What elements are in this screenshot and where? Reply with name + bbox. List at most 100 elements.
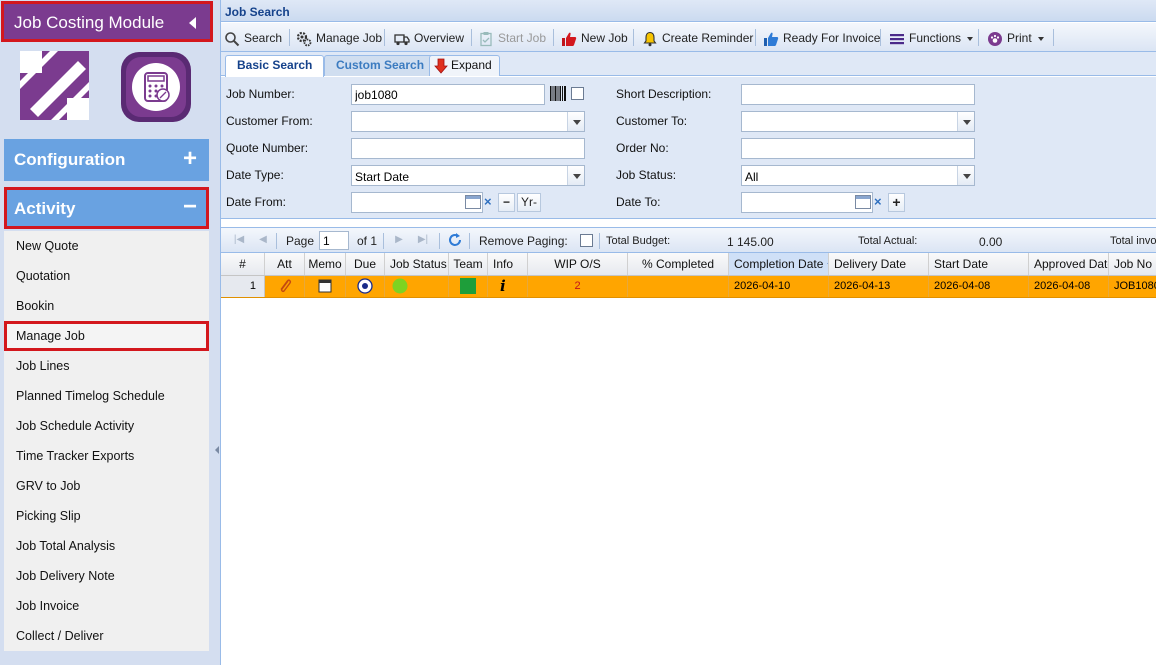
dropdown-trigger-icon[interactable]: [957, 166, 974, 185]
column-header-job-no[interactable]: Job No: [1109, 253, 1156, 275]
team-square-icon: [460, 278, 476, 295]
menu-item-job-total-analysis[interactable]: Job Total Analysis: [4, 531, 209, 561]
toolbar-separator: [755, 29, 756, 46]
table-row[interactable]: 1 i 2 2026-04-10 2026-04-13 2026-04-08 2…: [221, 276, 1156, 298]
column-header-row-number[interactable]: #: [221, 253, 265, 275]
manage-job-button[interactable]: Manage Job: [296, 27, 382, 49]
start-job-button[interactable]: Start Job: [478, 27, 546, 49]
menu-item-new-quote[interactable]: New Quote: [4, 231, 209, 261]
total-actual-label: Total Actual:: [858, 235, 918, 247]
menu-item-manage-job[interactable]: Manage Job: [4, 321, 209, 351]
customer-from-combo[interactable]: [351, 111, 585, 132]
column-header-percent-completed[interactable]: % Completed: [628, 253, 729, 275]
due-cell[interactable]: [346, 276, 385, 297]
calculator-app-icon: [121, 52, 191, 122]
functions-menu-button[interactable]: Functions: [889, 27, 974, 49]
menu-item-time-tracker-exports[interactable]: Time Tracker Exports: [4, 441, 209, 471]
dropdown-trigger-icon[interactable]: [567, 112, 584, 131]
dropdown-trigger-icon[interactable]: [957, 112, 974, 131]
total-actual-value: 0.00: [979, 235, 1003, 249]
expand-plus-icon[interactable]: +: [183, 146, 197, 172]
overview-button[interactable]: Overview: [394, 27, 464, 49]
page-number-input[interactable]: [319, 231, 349, 250]
column-header-team[interactable]: Team: [449, 253, 488, 275]
year-back-button[interactable]: Yr-: [517, 193, 541, 212]
collapse-minus-icon[interactable]: −: [183, 194, 197, 220]
previous-page-icon[interactable]: ◀: [257, 234, 269, 246]
info-icon[interactable]: i: [488, 276, 528, 297]
calendar-icon[interactable]: [855, 195, 871, 209]
job-number-input[interactable]: [351, 84, 545, 105]
clear-x-icon[interactable]: ×: [874, 194, 882, 209]
memo-cell[interactable]: [305, 276, 346, 297]
menu-item-job-invoice[interactable]: Job Invoice: [4, 591, 209, 621]
arrow-down-icon: [434, 58, 448, 74]
column-header-start-date[interactable]: Start Date: [929, 253, 1029, 275]
barcode-icon[interactable]: [550, 86, 566, 101]
memo-note-icon[interactable]: [318, 279, 332, 293]
job-number-label: Job Number:: [226, 87, 295, 101]
refresh-icon[interactable]: [447, 232, 463, 248]
bell-icon: [643, 31, 657, 47]
menu-item-planned-timelog-schedule[interactable]: Planned Timelog Schedule: [4, 381, 209, 411]
column-header-memo[interactable]: Memo: [305, 253, 346, 275]
column-header-approved-date[interactable]: Approved Date: [1029, 253, 1109, 275]
attachment-cell[interactable]: [265, 276, 305, 297]
date-from-input[interactable]: [351, 192, 483, 213]
job-status-combo[interactable]: All: [741, 165, 975, 186]
menu-item-grv-to-job[interactable]: GRV to Job: [4, 471, 209, 501]
column-header-att[interactable]: Att: [265, 253, 305, 275]
collapse-arrow-icon[interactable]: [189, 17, 196, 29]
tab-custom-search[interactable]: Custom Search: [324, 55, 437, 76]
customer-to-combo[interactable]: [741, 111, 975, 132]
module-header[interactable]: Job Costing Module: [1, 1, 213, 42]
menu-item-job-lines[interactable]: Job Lines: [4, 351, 209, 381]
first-page-icon[interactable]: |◀: [233, 234, 245, 246]
pager-separator: [469, 233, 470, 249]
date-to-input[interactable]: [741, 192, 873, 213]
order-no-input[interactable]: [741, 138, 975, 159]
date-type-label: Date Type:: [226, 168, 284, 182]
calendar-icon[interactable]: [465, 195, 481, 209]
column-header-completion-date[interactable]: Completion Date: [729, 253, 829, 275]
menu-item-quotation[interactable]: Quotation: [4, 261, 209, 291]
remove-paging-checkbox[interactable]: [580, 234, 593, 247]
accordion-configuration[interactable]: Configuration +: [4, 139, 209, 181]
column-header-info[interactable]: Info: [488, 253, 528, 275]
module-title: Job Costing Module: [14, 13, 165, 32]
dropdown-trigger-icon[interactable]: [567, 166, 584, 185]
splitter-arrow-icon[interactable]: [215, 446, 219, 454]
print-menu-button[interactable]: Print: [987, 27, 1044, 49]
completion-date-cell: 2026-04-10: [729, 276, 829, 297]
paperclip-icon[interactable]: [278, 278, 292, 294]
next-page-icon[interactable]: ▶: [393, 234, 405, 246]
short-description-input[interactable]: [741, 84, 975, 105]
date-from-label: Date From:: [226, 195, 287, 209]
expand-button[interactable]: Expand: [429, 55, 500, 76]
ready-for-invoice-button[interactable]: Ready For Invoice: [763, 27, 880, 49]
search-button[interactable]: Search: [224, 27, 282, 49]
menu-item-bookin[interactable]: Bookin: [4, 291, 209, 321]
column-header-due[interactable]: Due: [346, 253, 385, 275]
due-radio-icon[interactable]: [357, 278, 373, 294]
column-header-job-status[interactable]: Job Status: [385, 253, 449, 275]
quote-number-input[interactable]: [351, 138, 585, 159]
create-reminder-button[interactable]: Create Reminder: [642, 27, 753, 49]
new-job-button[interactable]: New Job: [561, 27, 628, 49]
column-header-wip-os[interactable]: WIP O/S: [528, 253, 628, 275]
date-to-plus-button[interactable]: +: [888, 193, 905, 212]
date-type-combo[interactable]: Start Date: [351, 165, 585, 186]
job-status-cell: [385, 276, 449, 297]
menu-item-collect-deliver[interactable]: Collect / Deliver: [4, 621, 209, 651]
menu-item-job-delivery-note[interactable]: Job Delivery Note: [4, 561, 209, 591]
menu-item-picking-slip[interactable]: Picking Slip: [4, 501, 209, 531]
column-header-delivery-date[interactable]: Delivery Date: [829, 253, 929, 275]
menu-item-job-schedule-activity[interactable]: Job Schedule Activity: [4, 411, 209, 441]
accordion-activity[interactable]: Activity −: [4, 187, 209, 229]
date-from-minus-button[interactable]: −: [498, 193, 515, 212]
last-page-icon[interactable]: ▶|: [417, 234, 429, 246]
job-number-checkbox[interactable]: [571, 87, 584, 100]
tab-basic-search[interactable]: Basic Search: [225, 55, 325, 77]
row-number-cell: 1: [221, 276, 265, 297]
clear-x-icon[interactable]: ×: [484, 194, 492, 209]
